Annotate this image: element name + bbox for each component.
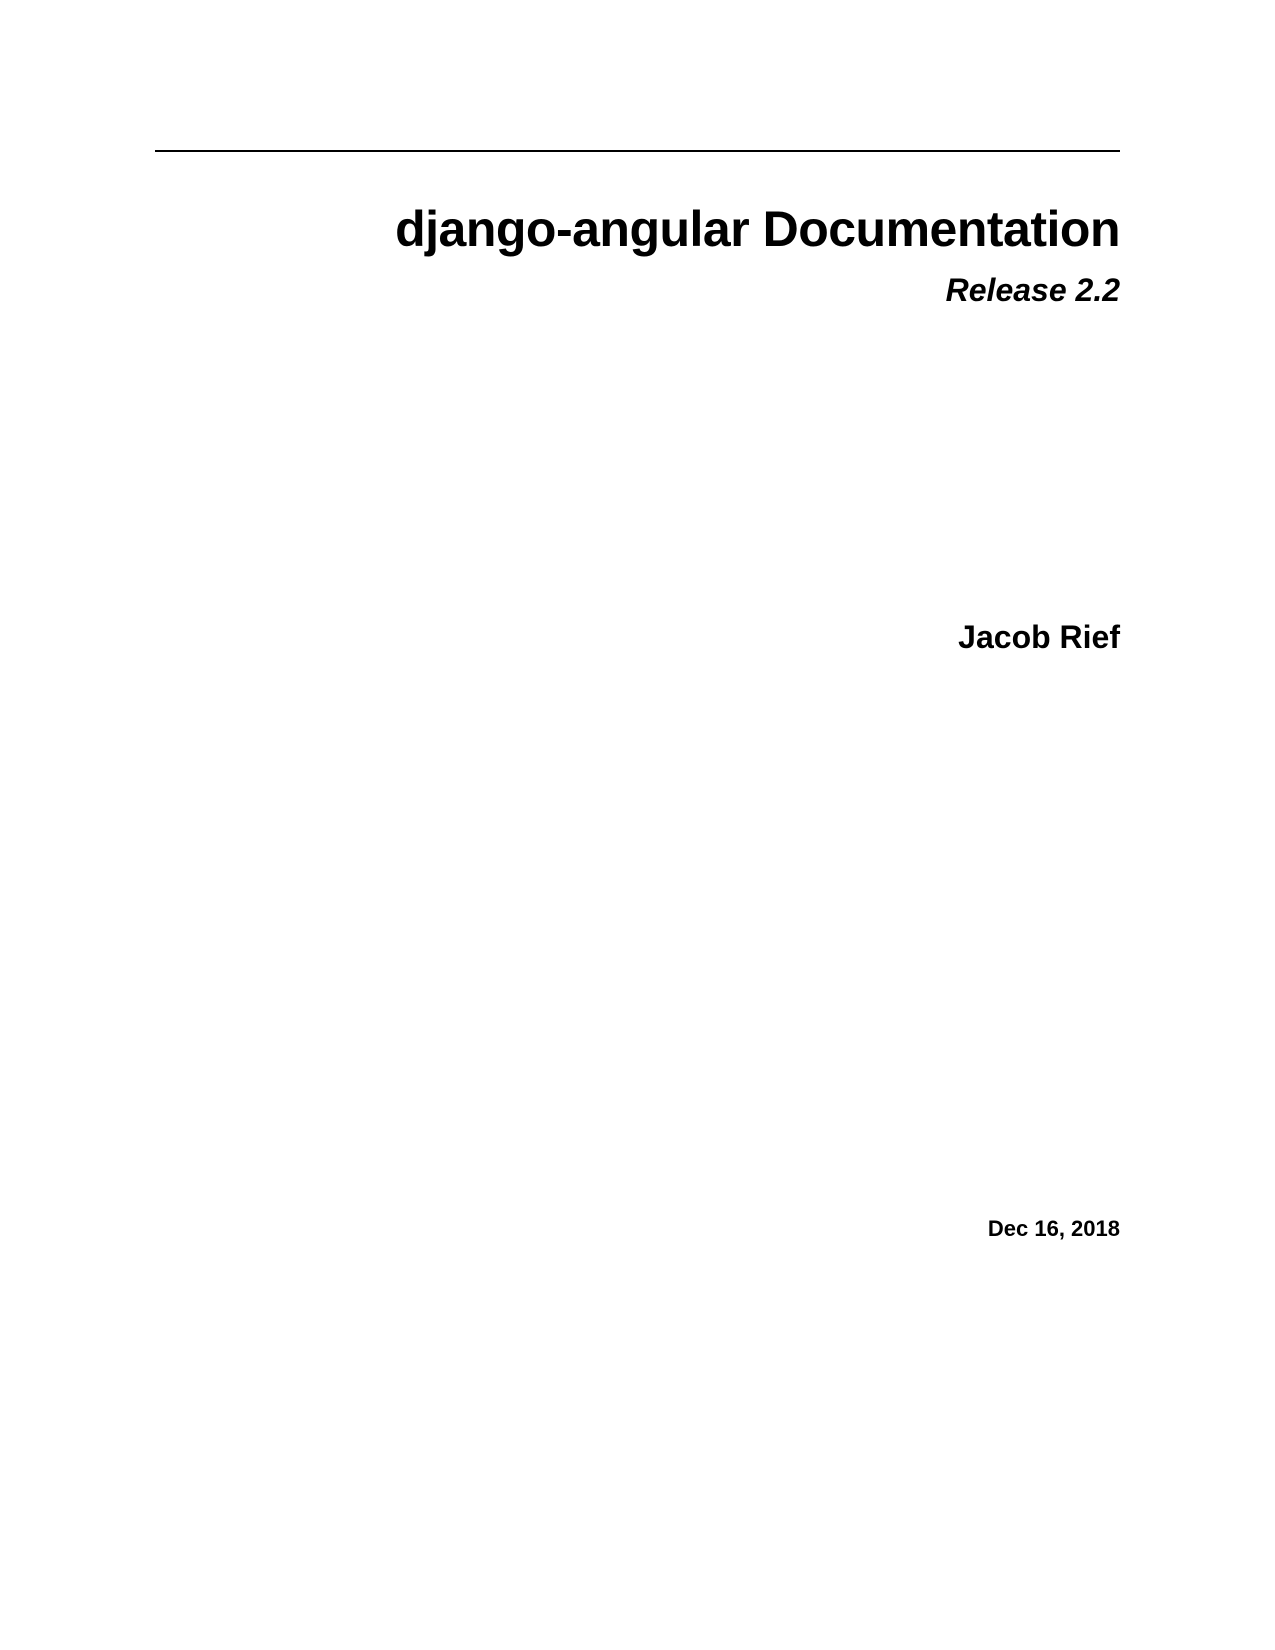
document-date: Dec 16, 2018 xyxy=(155,1216,1120,1242)
document-page: django-angular Documentation Release 2.2… xyxy=(155,0,1120,1650)
document-title: django-angular Documentation xyxy=(155,200,1120,258)
release-label: Release 2.2 xyxy=(155,272,1120,309)
author-name: Jacob Rief xyxy=(155,619,1120,656)
horizontal-rule xyxy=(155,150,1120,152)
